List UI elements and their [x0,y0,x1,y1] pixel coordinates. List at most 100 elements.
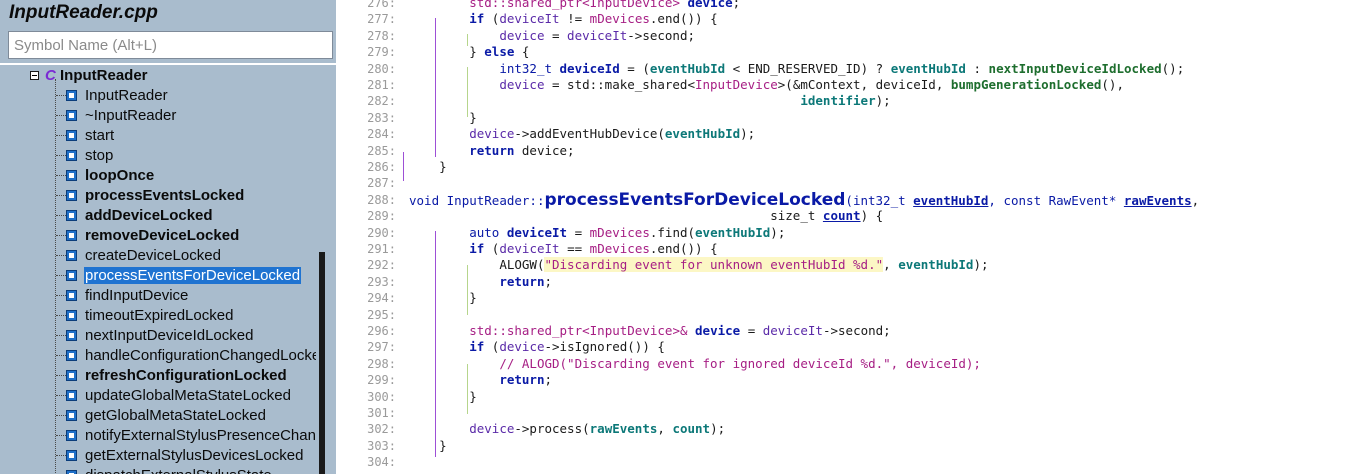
code-text: auto deviceIt = mDevices.find(eventHubId… [409,225,785,241]
code-token: } [469,290,477,306]
code-line[interactable]: 285: return device; [336,143,1347,159]
method-icon [66,189,77,201]
line-number: 304: [367,455,396,470]
code-line[interactable]: 282: identifier); [336,93,1347,109]
tree-member[interactable]: stop [56,145,114,165]
tree-member[interactable]: refreshConfigurationLocked [56,365,288,385]
tree-scrollbar-thumb[interactable] [319,252,325,474]
code-token: deviceId [559,60,620,76]
tree-connector [56,454,66,456]
code-line[interactable]: 291: if (deviceIt == mDevices.end()) { [336,241,1347,257]
code-token: } [469,109,477,125]
code-token: ( [484,339,500,355]
code-token: count [822,208,861,224]
line-number: 284: [367,127,396,142]
symbol-search-input[interactable] [8,31,333,59]
tree-member[interactable]: notifyExternalStylusPresenceChanged [56,425,316,445]
tree-member[interactable]: findInputDevice [56,285,189,305]
code-token: eventHubId [913,192,989,208]
tree-connector [56,214,66,216]
code-token: eventHubId [890,60,966,76]
code-line[interactable]: 303: } [336,438,1347,454]
tree-member[interactable]: addDeviceLocked [56,205,214,225]
code-token: (int32_t [845,192,914,208]
code-line[interactable]: 293: return; [336,274,1347,290]
tree-member[interactable]: loopOnce [56,165,155,185]
code-editor[interactable]: 276: std::shared_ptr<InputDevice> device… [336,0,1347,474]
tree-member[interactable]: getExternalStylusDevicesLocked [56,445,304,465]
code-line[interactable]: 289: size_t count) { [336,208,1347,224]
code-line[interactable]: 290: auto deviceIt = mDevices.find(event… [336,225,1347,241]
tree-member[interactable]: InputReader [56,85,169,105]
code-line[interactable]: 279: } else { [336,44,1347,60]
code-line[interactable]: 277: if (deviceIt != mDevices.end()) { [336,11,1347,27]
symbol-panel: InputReader.cpp C InputReader InputReade… [0,0,336,474]
code-text: device->process(rawEvents, count); [409,421,725,437]
code-line[interactable]: 284: device->addEventHubDevice(eventHubI… [336,126,1347,142]
code-line[interactable]: 299: return; [336,372,1347,388]
code-token: bumpGenerationLocked [950,77,1102,92]
code-line[interactable]: 301: [336,405,1347,421]
code-token: eventHubId [664,126,741,142]
collapse-icon[interactable] [30,70,39,80]
tree-member[interactable]: ~InputReader [56,105,177,125]
code-token: InputDevice [589,323,673,338]
code-line[interactable]: 288: void InputReader::processEventsForDe… [336,191,1347,208]
tree-root-inputreader[interactable]: C InputReader [30,65,148,85]
code-line[interactable]: 283: } [336,110,1347,126]
tree-member[interactable]: handleConfigurationChangedLocked [56,345,316,365]
code-token: if [469,339,485,355]
tree-member[interactable]: processEventsLocked [56,185,245,205]
line-number: 281: [367,78,396,92]
code-line[interactable]: 300: } [336,389,1347,405]
code-line[interactable]: 286: } [336,159,1347,175]
code-line[interactable]: 298: // ALOGD("Discarding event for igno… [336,356,1347,372]
tree-member[interactable]: dispatchExternalStylusState [56,465,273,474]
tree-member[interactable]: updateGlobalMetaStateLocked [56,385,292,405]
tree-member[interactable]: removeDeviceLocked [56,225,240,245]
code-text: device = deviceIt->second; [409,28,695,44]
tree-member[interactable]: getGlobalMetaStateLocked [56,405,267,425]
tree-member[interactable]: timeoutExpiredLocked [56,305,234,325]
tree-member[interactable]: processEventsForDeviceLocked [56,265,302,285]
tree-connector [56,274,66,276]
code-token: , [1191,192,1200,208]
code-token: if [469,11,485,27]
tree-member-label: nextInputDeviceIdLocked [85,326,254,344]
tree-member[interactable]: nextInputDeviceIdLocked [56,325,254,345]
tree-member[interactable]: createDeviceLocked [56,245,222,265]
code-line[interactable]: 302: device->process(rawEvents, count); [336,421,1347,437]
code-line[interactable]: 281: device = std::make_shared<InputDevi… [336,77,1347,93]
code-token: ); [770,224,786,240]
code-token: == [559,241,590,256]
code-text: std::shared_ptr<InputDevice> device; [409,0,740,11]
code-line[interactable]: 292: ALOGW("Discarding event for unknown… [336,257,1347,273]
tree-member-label: findInputDevice [85,286,189,304]
code-text: ALOGW("Discarding event for unknown even… [409,257,989,273]
code-token: < END_RESERVED_ID) ? [725,60,891,76]
code-token: deviceIt [506,224,568,240]
code-token: device [499,339,545,355]
code-token: rawEvents [1123,192,1192,208]
code-text: // ALOGD("Discarding event for ignored d… [409,356,981,372]
code-line[interactable]: 295: [336,307,1347,323]
code-line[interactable]: 276: std::shared_ptr<InputDevice> device… [336,0,1347,11]
code-token: count [672,421,711,437]
code-line[interactable]: 278: device = deviceIt->second; [336,28,1347,44]
scope-guide [435,231,436,457]
tree-connector [56,234,66,236]
tree-connector [56,254,66,256]
code-token: device [469,126,515,142]
code-token: std::shared_ptr< [469,0,590,10]
code-line[interactable]: 294: } [336,290,1347,306]
tree-member[interactable]: start [56,125,115,145]
code-line[interactable]: 304: [336,454,1347,470]
code-token: device [687,0,733,10]
code-line[interactable]: 296: std::shared_ptr<InputDevice>& devic… [336,323,1347,339]
code-token: ->isIgnored()) { [544,339,665,355]
code-line[interactable]: 297: if (device->isIgnored()) { [336,339,1347,355]
line-number: 289: [367,209,396,224]
code-line[interactable]: 280: int32_t deviceId = (eventHubId < EN… [336,61,1347,77]
